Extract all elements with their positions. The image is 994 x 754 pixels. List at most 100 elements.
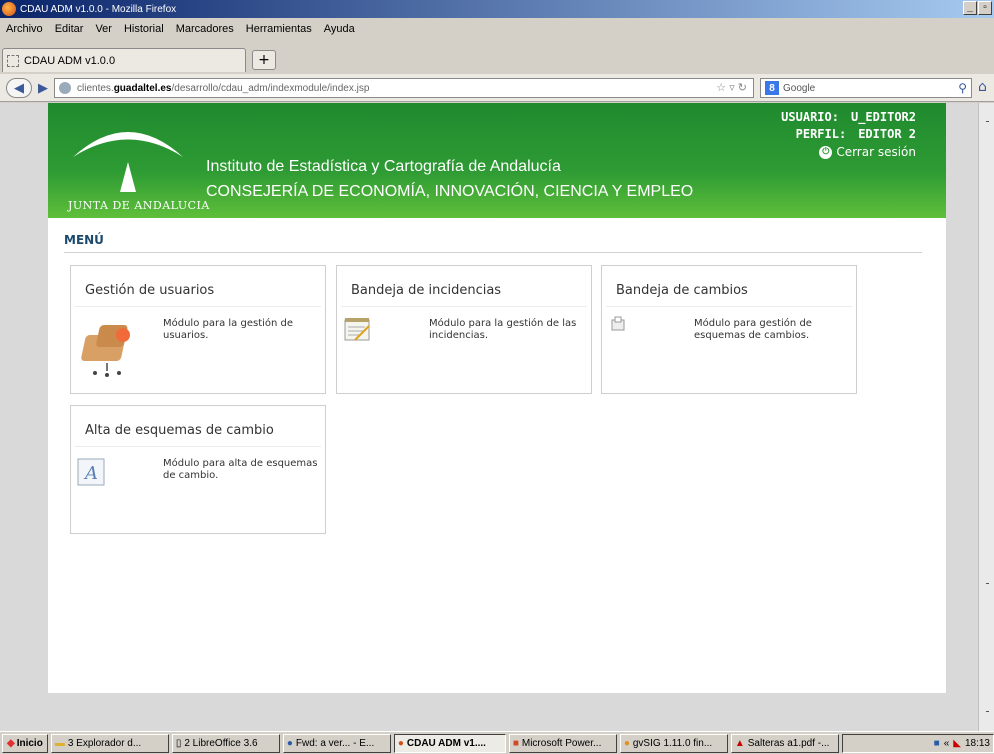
menu-ver[interactable]: Ver	[89, 23, 118, 35]
taskbar-item-explorer[interactable]: ▬ 3 Explorador d...	[50, 733, 169, 753]
menu-historial[interactable]: Historial	[118, 23, 170, 35]
card-title[interactable]: Bandeja de cambios	[616, 283, 748, 298]
windows-logo-icon: ◆	[7, 737, 15, 749]
tray-icon[interactable]: ■	[934, 738, 940, 749]
profile-label: PERFIL:	[795, 127, 847, 141]
taskbar-item-thunderbird[interactable]: ● Fwd: a ver... - E...	[282, 733, 391, 753]
search-icon[interactable]: ⚲	[958, 81, 967, 95]
power-icon: ⏻	[819, 145, 833, 159]
taskbar-item-gvsig[interactable]: ● gvSIG 1.11.0 fin...	[619, 733, 728, 753]
tray-icon[interactable]: «	[944, 738, 950, 749]
taskbar-item-libreoffice[interactable]: ▯ 2 LibreOffice 3.6	[171, 733, 280, 753]
user-value: U_EDITOR2	[850, 110, 916, 124]
card-description: Módulo para alta de esquemas de cambio.	[163, 458, 318, 481]
consejeria-name: CONSEJERÍA DE ECONOMÍA, INNOVACIÓN, CIEN…	[206, 183, 694, 200]
card-separator	[75, 306, 321, 307]
tray-icon[interactable]: ◣	[953, 738, 961, 749]
menu-herramientas[interactable]: Herramientas	[240, 23, 318, 35]
firefox-icon: ●	[397, 737, 404, 749]
new-tab-button[interactable]: +	[252, 50, 276, 70]
url-domain: guadaltel.es	[113, 82, 172, 94]
bookmark-star-icon[interactable]: ☆ ▿ ↻	[716, 81, 747, 94]
logout-link[interactable]: ⏻ Cerrar sesión	[819, 145, 916, 159]
card-description: Módulo para la gestión de las incidencia…	[429, 318, 577, 341]
tab-label: CDAU ADM v1.0.0	[24, 54, 116, 67]
clock: 18:13	[964, 737, 990, 749]
card-bandeja-incidencias[interactable]: Bandeja de incidencias Módulo para la ge…	[336, 265, 592, 394]
menu-editar[interactable]: Editar	[49, 23, 90, 35]
forward-arrow-icon: ▶	[38, 80, 48, 96]
taskbar: ◆ Inicio ▬ 3 Explorador d... ▯ 2 LibreOffic…	[0, 731, 994, 754]
menu-bar: Archivo Editar Ver Historial Marcadores …	[0, 18, 994, 40]
card-gestion-usuarios[interactable]: Gestión de usuarios Módulo para la gesti…	[70, 265, 326, 394]
powerpoint-icon: ■	[512, 737, 519, 749]
logout-label: Cerrar sesión	[836, 145, 916, 159]
document-icon	[611, 316, 625, 331]
forward-button[interactable]: ▶	[34, 78, 52, 98]
card-title[interactable]: Alta de esquemas de cambio	[85, 423, 274, 438]
taskbar-item-label: Microsoft Power...	[521, 737, 602, 749]
url-prefix: clientes.	[77, 82, 114, 94]
card-alta-esquemas[interactable]: Alta de esquemas de cambio A Módulo para…	[70, 405, 326, 534]
maximize-button[interactable]: ▫	[978, 1, 992, 15]
google-icon: 8	[765, 81, 779, 95]
taskbar-item-label: Salteras a1.pdf -...	[747, 737, 830, 749]
tab-bar: CDAU ADM v1.0.0 +	[0, 40, 994, 74]
start-button[interactable]: ◆ Inicio	[2, 733, 48, 753]
taskbar-item-pdf[interactable]: ▲ Salteras a1.pdf -...	[730, 733, 839, 753]
card-title[interactable]: Gestión de usuarios	[85, 283, 214, 298]
junta-logo-icon	[73, 132, 183, 192]
card-separator	[341, 306, 587, 307]
pdf-icon: ▲	[734, 737, 745, 749]
card-separator	[606, 306, 852, 307]
taskbar-item-powerpoint[interactable]: ■ Microsoft Power...	[508, 733, 617, 753]
browser-viewport: JUNTA DE ANDALUCIA Instituto de Estadíst…	[0, 103, 994, 731]
url-path: /desarrollo/cdau_adm/indexmodule/index.j…	[171, 82, 370, 94]
system-tray: ■ « ◣ 18:13	[841, 733, 994, 753]
page-icon	[7, 54, 19, 67]
taskbar-item-label: 3 Explorador d...	[67, 737, 142, 749]
search-placeholder: Google	[783, 82, 816, 94]
document-icon: ▯	[175, 737, 182, 749]
gvsig-icon: ●	[623, 737, 630, 749]
home-icon[interactable]: ⌂	[978, 79, 987, 95]
menu-divider	[64, 252, 922, 253]
browser-tab[interactable]: CDAU ADM v1.0.0	[2, 48, 246, 72]
logo-text: JUNTA DE ANDALUCIA	[68, 199, 210, 212]
card-bandeja-cambios[interactable]: Bandeja de cambios Módulo para gestión d…	[601, 265, 857, 394]
user-label: USUARIO:	[781, 110, 839, 124]
vertical-scrollbar[interactable]	[978, 103, 994, 731]
back-button[interactable]: ◀	[6, 78, 32, 98]
taskbar-item-label: CDAU ADM v1....	[406, 737, 486, 749]
taskbar-item-label: gvSIG 1.11.0 fin...	[632, 737, 713, 749]
menu-ayuda[interactable]: Ayuda	[318, 23, 361, 35]
page-header: JUNTA DE ANDALUCIA Instituto de Estadíst…	[48, 103, 946, 218]
window-title-bar: CDAU ADM v1.0.0 - Mozilla Firefox _ ▫	[0, 0, 994, 18]
mail-icon: ●	[286, 737, 293, 749]
search-bar[interactable]: 8 Google ⚲	[760, 78, 972, 98]
card-description: Módulo para gestión de esquemas de cambi…	[694, 318, 812, 341]
back-arrow-icon: ◀	[14, 80, 24, 96]
card-description: Módulo para la gestión de usuarios.	[163, 318, 294, 341]
web-page: JUNTA DE ANDALUCIA Instituto de Estadíst…	[48, 103, 946, 693]
navigation-bar: ◀ ▶ clientes. guadaltel.es/desarrollo/cda…	[0, 74, 994, 102]
start-label: Inicio	[16, 737, 43, 749]
notepad-icon	[344, 318, 370, 341]
institute-name: Instituto de Estadística y Cartografía d…	[206, 158, 561, 175]
window-title: CDAU ADM v1.0.0 - Mozilla Firefox	[20, 3, 177, 15]
taskbar-item-label: 2 LibreOffice 3.6	[184, 737, 258, 749]
firefox-icon	[2, 2, 16, 16]
url-bar[interactable]: clientes. guadaltel.es/desarrollo/cdau_ad…	[54, 78, 754, 98]
profile-value: EDITOR 2	[858, 127, 916, 141]
menu-archivo[interactable]: Archivo	[0, 23, 49, 35]
taskbar-item-firefox[interactable]: ● CDAU ADM v1....	[393, 733, 506, 753]
chair-icon	[81, 325, 130, 377]
menu-title: MENÚ	[64, 233, 104, 247]
minimize-button[interactable]: _	[963, 1, 977, 15]
globe-icon	[59, 82, 71, 94]
font-icon: A	[77, 458, 105, 486]
menu-marcadores[interactable]: Marcadores	[170, 23, 240, 35]
taskbar-item-label: Fwd: a ver... - E...	[295, 737, 375, 749]
card-title[interactable]: Bandeja de incidencias	[351, 283, 501, 298]
folder-icon: ▬	[54, 737, 65, 749]
